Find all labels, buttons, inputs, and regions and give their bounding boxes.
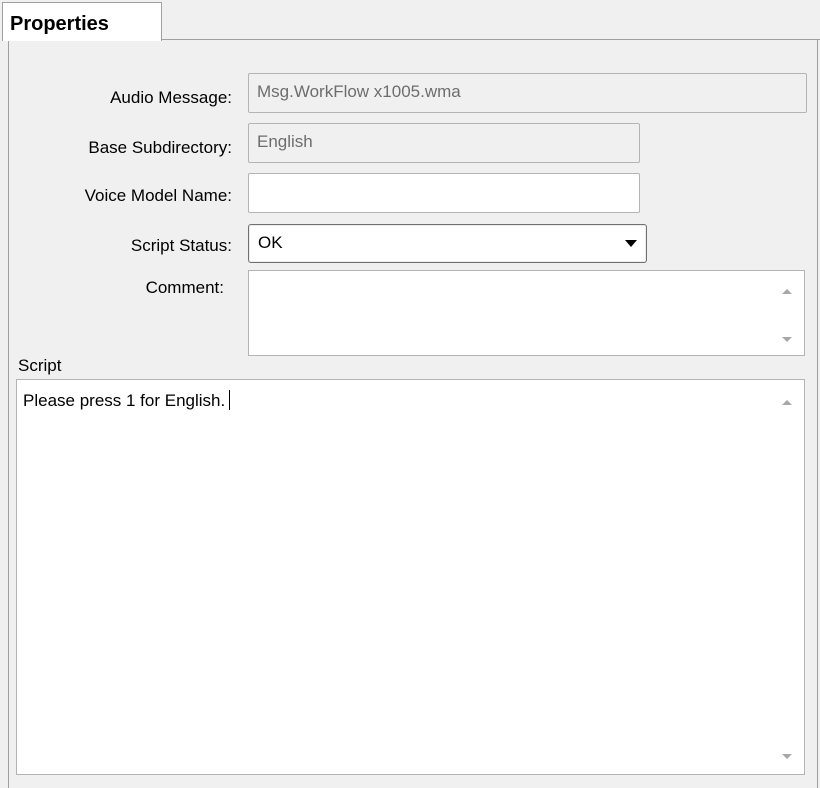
script-value: Please press 1 for English. bbox=[23, 391, 226, 410]
tab-properties-label: Properties bbox=[10, 13, 109, 35]
script-content: Please press 1 for English. bbox=[23, 390, 231, 411]
script-status-value: OK bbox=[258, 233, 283, 252]
voice-model-name-label: Voice Model Name: bbox=[84, 186, 232, 205]
audio-message-field[interactable]: Msg.WorkFlow x1005.wma bbox=[248, 73, 807, 113]
tab-properties[interactable]: Properties bbox=[2, 2, 162, 41]
script-status-label: Script Status: bbox=[130, 236, 232, 255]
script-label: Script bbox=[18, 356, 62, 375]
base-subdirectory-field[interactable]: English bbox=[248, 123, 640, 163]
scroll-down-arrow-icon[interactable] bbox=[782, 754, 792, 759]
script-textarea[interactable]: Please press 1 for English. bbox=[16, 379, 805, 775]
comment-label: Comment: bbox=[145, 278, 224, 297]
panel-border-left bbox=[8, 40, 9, 788]
comment-textarea[interactable] bbox=[248, 270, 805, 356]
script-status-dropdown[interactable]: OK bbox=[248, 224, 647, 263]
text-caret bbox=[229, 390, 231, 410]
panel-border-right bbox=[817, 40, 818, 788]
chevron-down-icon[interactable] bbox=[625, 240, 637, 247]
voice-model-name-input[interactable] bbox=[248, 173, 640, 213]
scroll-up-arrow-icon[interactable] bbox=[782, 400, 792, 405]
scroll-up-arrow-icon[interactable] bbox=[782, 289, 792, 294]
scroll-down-arrow-icon[interactable] bbox=[782, 337, 792, 342]
audio-message-label: Audio Message: bbox=[110, 88, 232, 107]
base-subdirectory-label: Base Subdirectory: bbox=[88, 138, 232, 157]
